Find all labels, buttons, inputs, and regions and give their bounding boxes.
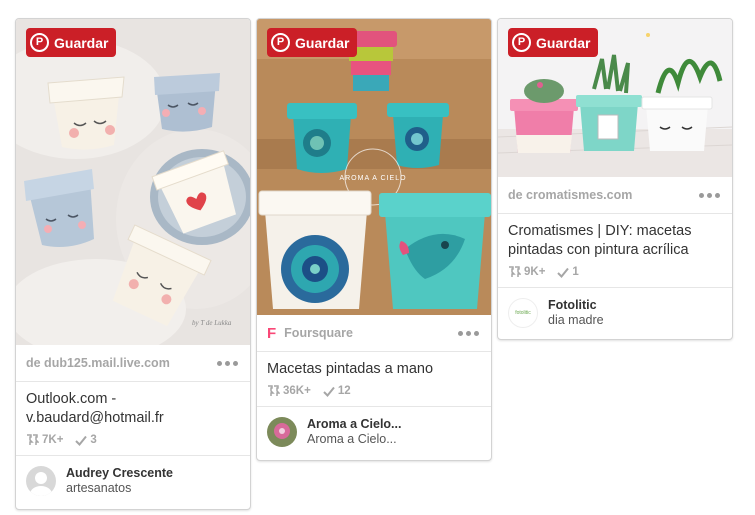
pin-stats: 9K+ 1 [498, 266, 732, 287]
pin-stats: 36K+ 12 [257, 385, 491, 406]
save-button-label: Guardar [536, 34, 591, 51]
repin-count: 36K+ [283, 385, 311, 397]
save-button[interactable]: P Guardar [267, 28, 358, 57]
pin-description[interactable]: Cromatismes | DIY: macetas pintadas con … [498, 214, 732, 266]
save-button[interactable]: P Guardar [26, 28, 117, 57]
pinterest-logo-icon: P [30, 33, 49, 52]
source-link[interactable]: de dub125.mail.live.com [26, 356, 170, 370]
like-count: 3 [90, 434, 97, 446]
pin-image[interactable]: by T de Lukka P Guardar [16, 19, 250, 345]
repin-icon [268, 385, 280, 396]
pin-attribution[interactable]: fotolitic Fotolitic dia madre [498, 287, 732, 337]
avatar-text: fotolitic [515, 309, 531, 316]
board-name[interactable]: artesanatos [66, 481, 173, 496]
source-row[interactable]: de dub125.mail.live.com [16, 345, 250, 382]
checkmark-icon [557, 267, 570, 278]
user-name[interactable]: Aroma a Cielo... [307, 417, 401, 432]
pin-card-3[interactable]: P Guardar de cromatismes.com Cromatismes… [497, 18, 733, 340]
pin-attribution[interactable]: Aroma a Cielo... Aroma a Cielo... [257, 406, 491, 456]
more-options-icon[interactable] [699, 192, 720, 198]
pin-description[interactable]: Macetas pintadas a mano [257, 352, 491, 385]
image-watermark: AROMA A CIELO [339, 175, 406, 182]
painted-pots-photo: AROMA A CIELO [257, 19, 491, 315]
repin-count: 7K+ [42, 434, 64, 446]
board-name[interactable]: Aroma a Cielo... [307, 432, 401, 447]
repin-icon [27, 434, 39, 445]
save-button[interactable]: P Guardar [508, 28, 599, 57]
pin-description[interactable]: Outlook.com - v.baudard@hotmail.fr [16, 382, 250, 434]
board-name[interactable]: dia madre [548, 313, 604, 328]
image-caption: by T de Lukka [192, 319, 232, 327]
pin-image[interactable]: P Guardar [498, 19, 732, 177]
more-options-icon[interactable] [217, 360, 238, 366]
checkmark-icon [323, 386, 335, 397]
user-avatar-icon[interactable] [267, 416, 297, 447]
repin-icon [509, 266, 521, 277]
pinterest-logo-icon: P [512, 33, 531, 52]
repin-count: 9K+ [524, 266, 546, 278]
save-button-label: Guardar [295, 34, 350, 51]
pin-card-1[interactable]: by T de Lukka P Guardar de dub125.mail.l… [15, 18, 251, 510]
like-count: 12 [337, 385, 351, 397]
user-avatar-icon[interactable] [26, 465, 56, 496]
user-name[interactable]: Audrey Crescente [66, 466, 173, 481]
source-link[interactable]: de cromatismes.com [508, 188, 632, 202]
more-options-icon[interactable] [458, 330, 479, 336]
user-avatar-icon[interactable]: fotolitic [508, 297, 538, 328]
pinterest-logo-icon: P [271, 33, 290, 52]
user-name[interactable]: Fotolitic [548, 298, 604, 313]
checkmark-icon [75, 435, 88, 446]
pin-image[interactable]: AROMA A CIELO P Guardar [257, 19, 491, 315]
pin-card-2[interactable]: AROMA A CIELO P Guardar F Foursquare Mac… [256, 18, 492, 461]
source-row[interactable]: F Foursquare [257, 315, 491, 352]
foursquare-logo-icon: F [267, 324, 277, 342]
painted-pots-photo: by T de Lukka [16, 19, 250, 345]
source-link[interactable]: Foursquare [284, 326, 353, 340]
like-count: 1 [572, 266, 579, 278]
pin-attribution[interactable]: Audrey Crescente artesanatos [16, 455, 250, 505]
source-row[interactable]: de cromatismes.com [498, 177, 732, 214]
save-button-label: Guardar [54, 34, 109, 51]
pin-stats: 7K+ 3 [16, 434, 250, 455]
